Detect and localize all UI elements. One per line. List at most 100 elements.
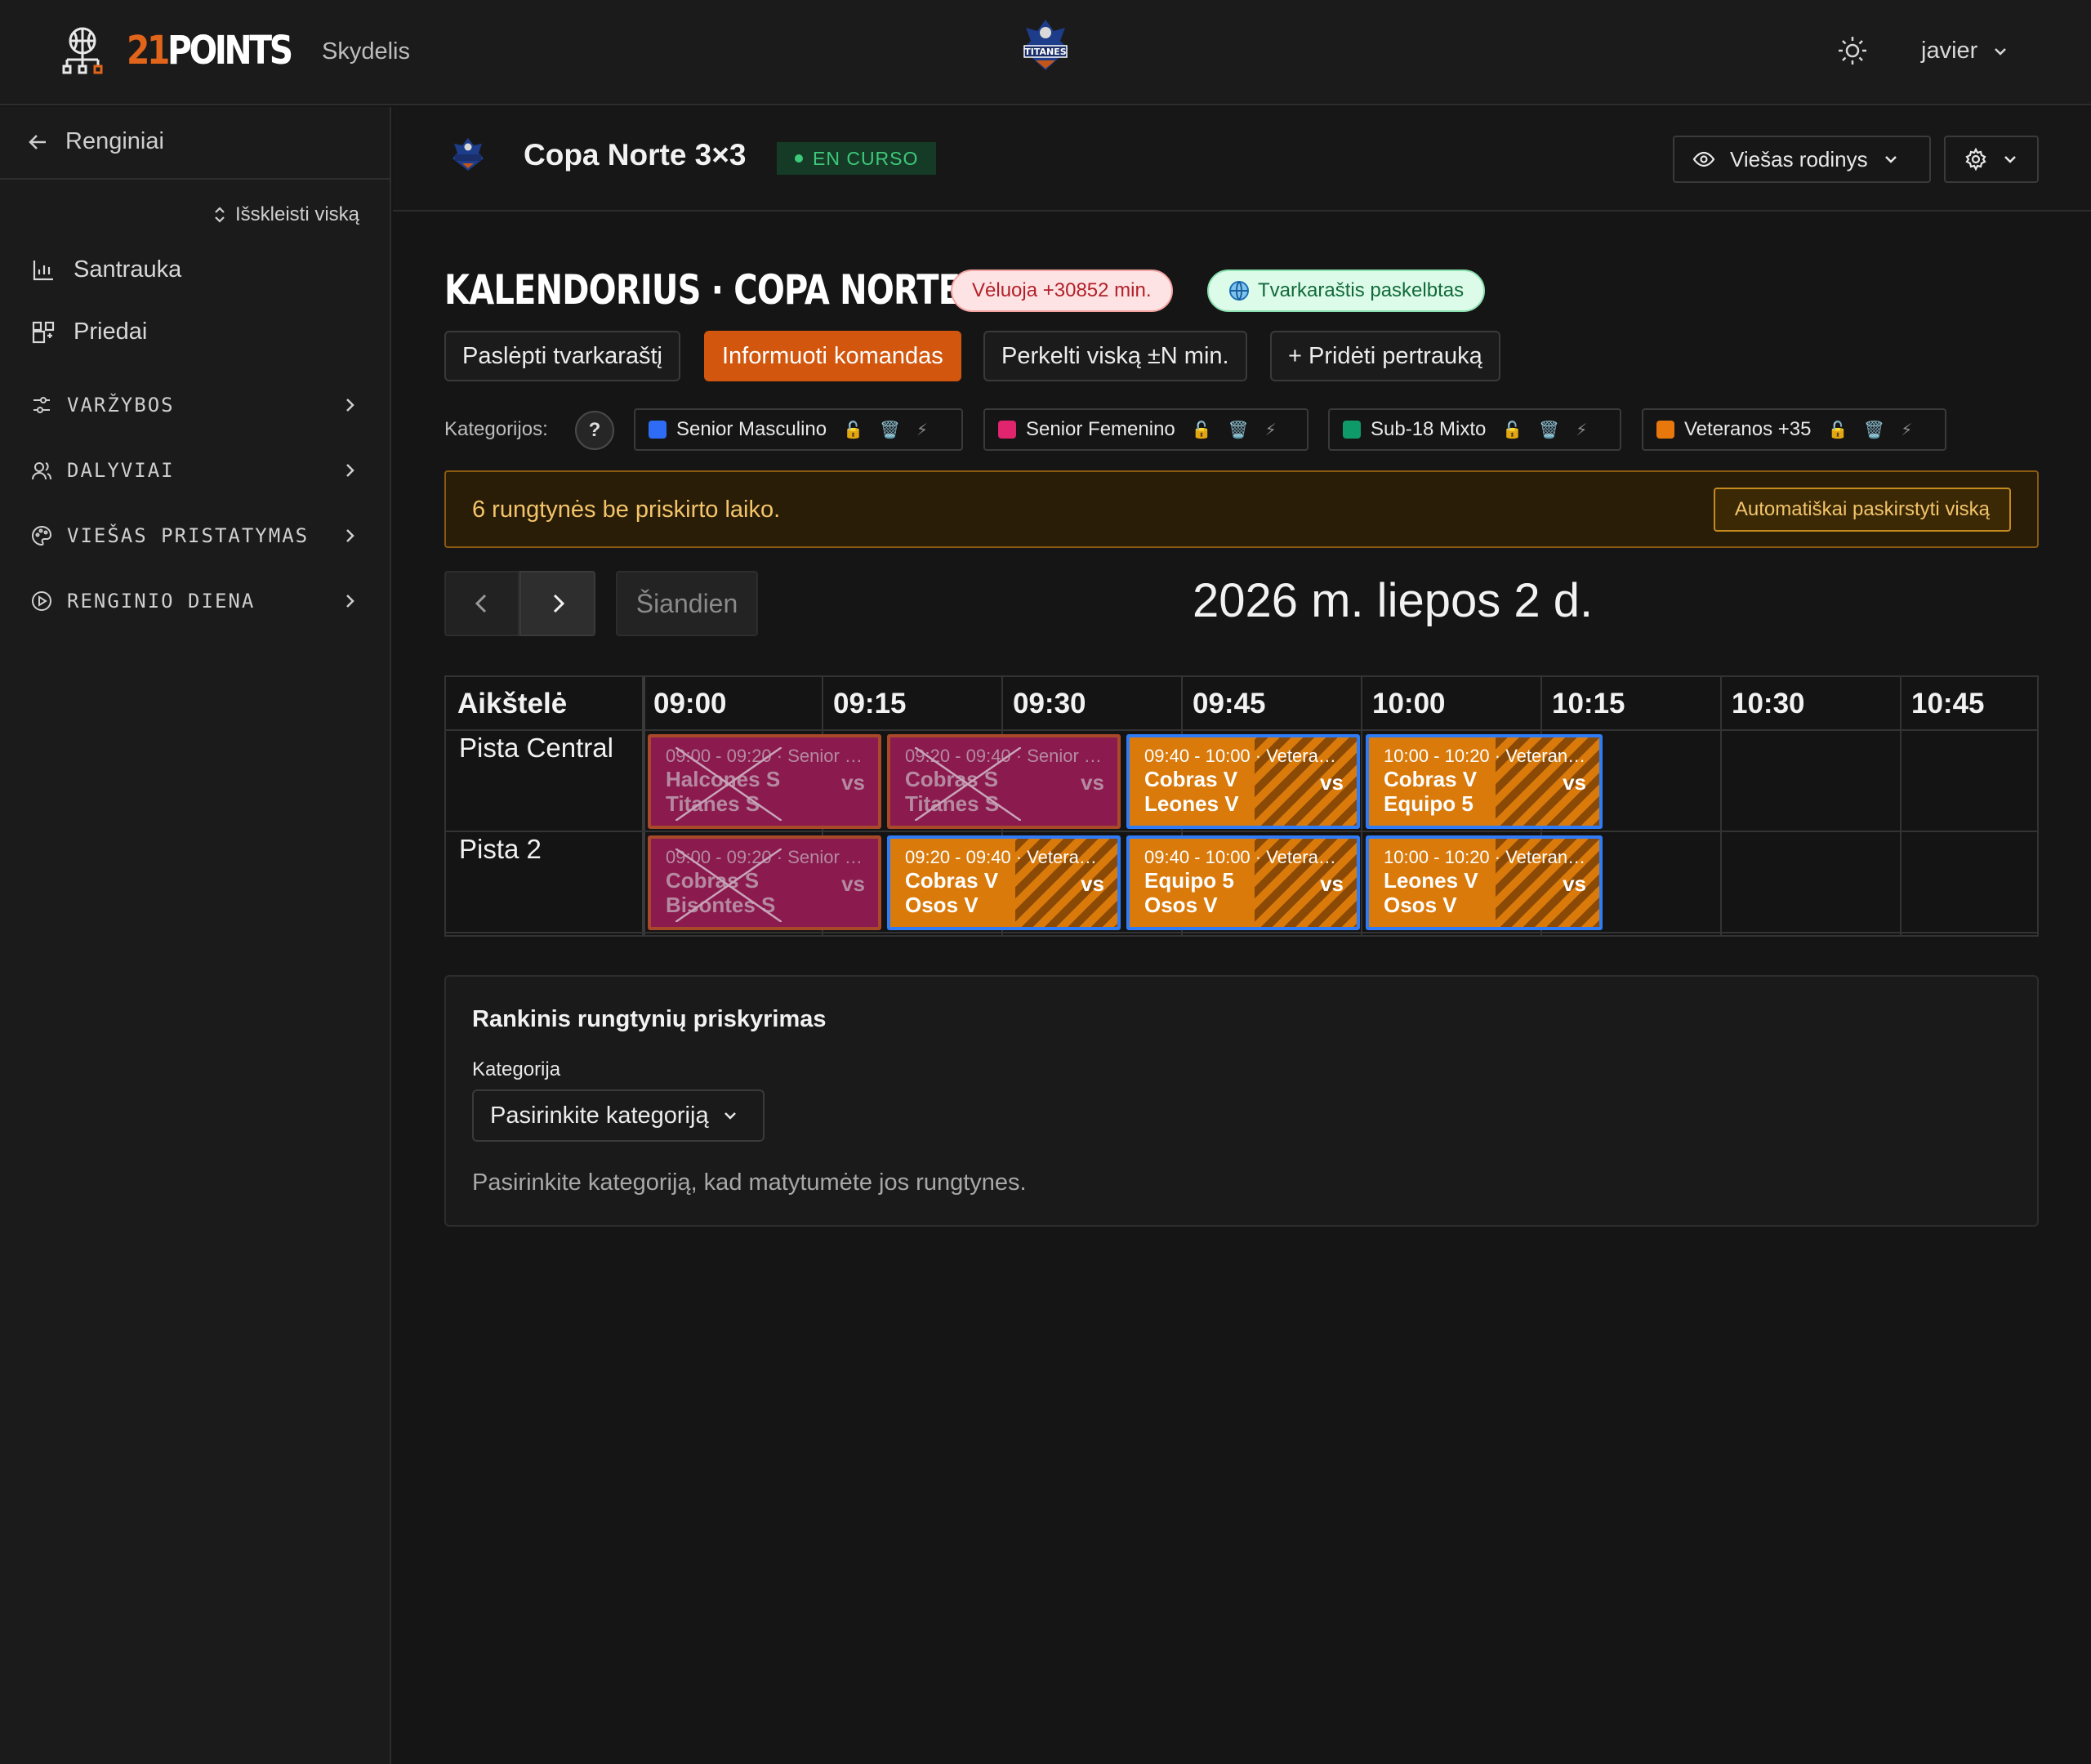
sidebar-group-participants[interactable]: DALYVIAI [31,459,358,482]
sliders-icon [33,397,50,413]
lock-icon[interactable]: 🔓 [843,420,863,440]
sidebar-item-label: Santrauka [74,256,182,283]
match-card[interactable]: 09:00 - 09:20 · Senior Masculino Halcone… [648,734,881,829]
category-chip[interactable]: Senior Femenino 🔓 🗑️ ⚡ [983,408,1309,451]
chevron-left-icon [475,594,487,613]
notify-teams-button[interactable]: Informuoti komandas [704,331,961,381]
back-to-events[interactable]: Renginiai [28,128,164,155]
match-home-team: Leones V [1384,868,1478,893]
category-name: Sub-18 Mixto [1371,418,1487,440]
auto-assign-button[interactable]: Automatiškai paskirstyti viską [1713,488,2011,532]
sidebar-item-summary[interactable]: Santrauka [31,256,181,283]
match-card[interactable]: 09:00 - 09:20 · Senior Masculino Cobras … [648,835,881,930]
match-vs: vs [1563,871,1586,896]
lightning-icon[interactable]: ⚡ [916,420,928,440]
category-field-label: Kategorija [472,1058,561,1080]
sun-icon[interactable] [1836,34,1869,67]
match-time: 10:00 - 10:20 · Veteranos +35 [1384,746,1586,766]
lock-icon[interactable]: 🔓 [1502,420,1523,440]
published-label: Tvarkaraštis paskelbtas [1258,279,1465,301]
today-button[interactable]: Šiandien [616,571,758,636]
next-day-button[interactable] [519,571,595,636]
current-date: 2026 m. liepos 2 d. [1193,574,1594,627]
svg-text:TITANES: TITANES [1024,47,1066,57]
match-away-team: Leones V [1144,791,1239,816]
match-home-team: Cobras V [905,868,999,893]
match-away-team: Osos V [1144,893,1218,917]
match-away-team: Equipo 5 [1384,791,1474,816]
time-slot-header: 10:30 [1720,677,1900,731]
categories-help-button[interactable]: ? [575,411,614,450]
settings-dropdown[interactable] [1944,136,2039,183]
status-dot [795,154,803,163]
shift-all-button[interactable]: Perkelti viską ±N min. [983,331,1247,381]
court-name: Pista 2 [459,834,542,864]
category-color-swatch [998,421,1016,439]
sidebar-group-competitions[interactable]: VARŽYBOS [31,394,358,416]
category-color-swatch [649,421,667,439]
trash-icon[interactable]: 🗑️ [1539,420,1559,440]
lock-icon[interactable]: 🔓 [1192,420,1212,440]
dashboard-link[interactable]: Skydelis [322,38,410,65]
add-break-button[interactable]: + Pridėti pertrauką [1270,331,1500,381]
sidebar-group-label: DALYVIAI [67,459,175,482]
sidebar-divider [0,178,390,180]
match-card[interactable]: 09:20 - 09:40 · Veteranos +35 Cobras V O… [887,835,1121,930]
brand-logo[interactable]: 21POINTS [127,28,293,74]
public-view-label: Viešas rodinys [1730,146,1868,172]
match-card[interactable]: 09:40 - 10:00 · Veteranos +35 Equipo 5 O… [1126,835,1360,930]
trash-icon[interactable]: 🗑️ [880,420,900,440]
chevron-down-icon [724,1112,736,1120]
expand-all-button[interactable]: Išskleisti viską [212,203,359,226]
basketball-bracket-icon[interactable] [57,26,108,77]
manual-assignment-hint: Pasirinkite kategoriją, kad matytumėte j… [472,1169,1027,1196]
lightning-icon[interactable]: ⚡ [1576,420,1587,440]
palette-icon [31,525,52,546]
category-select[interactable]: Pasirinkite kategoriją [472,1089,765,1142]
lightning-icon[interactable]: ⚡ [1901,420,1912,440]
trash-icon[interactable]: 🗑️ [1228,420,1249,440]
sidebar-group-public-presentation[interactable]: VIEŠAS PRISTATYMAS [31,524,358,547]
lock-icon[interactable]: 🔓 [1827,420,1848,440]
match-card[interactable]: 09:40 - 10:00 · Veteranos +35 Cobras V L… [1126,734,1360,829]
public-view-dropdown[interactable]: Viešas rodinys [1673,136,1931,183]
trash-icon[interactable]: 🗑️ [1864,420,1884,440]
match-vs: vs [1320,770,1344,795]
hide-schedule-button[interactable]: Paslėpti tvarkaraštį [444,331,680,381]
addons-icon [32,321,55,343]
unscheduled-warning: 6 rungtynės be priskirto laiko. Automati… [444,470,2039,548]
match-card[interactable]: 10:00 - 10:20 · Veteranos +35 Cobras V E… [1366,734,1603,829]
court-column-header: Aikštelė [446,677,642,731]
warning-text: 6 rungtynės be priskirto laiko. [472,497,781,523]
cancelled-cross-icon [675,849,782,922]
sidebar-item-addons[interactable]: Priedai [31,318,147,345]
previous-day-button[interactable] [444,571,519,636]
lightning-icon[interactable]: ⚡ [1265,420,1277,440]
sidebar-group-event-day[interactable]: RENGINIO DIENA [31,590,358,612]
time-slot-header: 09:15 [822,677,1001,731]
category-color-swatch [1343,421,1361,439]
match-vs: vs [841,871,865,896]
match-vs: vs [841,770,865,795]
user-menu[interactable]: javier [1921,38,2009,65]
category-chip[interactable]: Senior Masculino 🔓 🗑️ ⚡ [634,408,963,451]
chevron-right-icon [346,399,354,412]
chart-icon [33,260,53,280]
match-time: 09:40 - 10:00 · Veteranos +35 [1144,746,1344,766]
categories-label: Kategorijos: [444,418,548,440]
back-label: Renginiai [65,128,164,154]
category-chip[interactable]: Veteranos +35 🔓 🗑️ ⚡ [1642,408,1946,451]
top-bar: 21POINTS Skydelis TITANES javier [0,0,2091,105]
match-card[interactable]: 10:00 - 10:20 · Veteranos +35 Leones V O… [1366,835,1603,930]
match-time: 09:20 - 09:40 · Veteranos +35 [905,847,1104,867]
match-home-team: Equipo 5 [1144,868,1234,893]
category-color-swatch [1656,421,1674,439]
chevron-down-icon [1995,47,2007,56]
category-chip[interactable]: Sub-18 Mixto 🔓 🗑️ ⚡ [1328,408,1621,451]
chevron-down-icon [2004,156,2016,163]
sidebar-group-label: VARŽYBOS [67,394,175,416]
expand-all-label: Išskleisti viską [234,203,359,225]
match-card[interactable]: 09:20 - 09:40 · Senior Masculino Cobras … [887,734,1121,829]
eye-icon [1692,151,1715,167]
court-name: Pista Central [459,733,613,763]
